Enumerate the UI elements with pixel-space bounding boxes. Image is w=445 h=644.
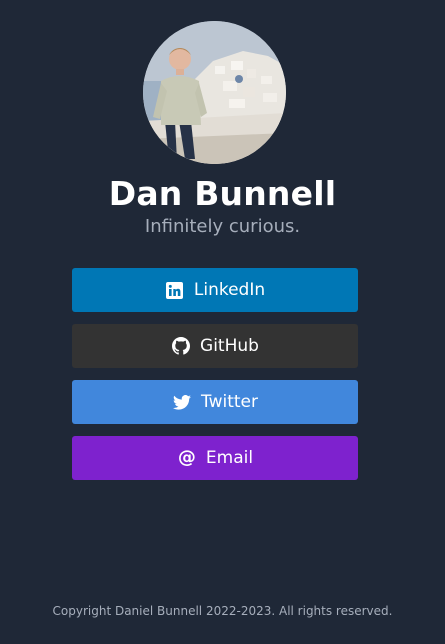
email-button[interactable]: @ Email bbox=[72, 436, 358, 480]
linkedin-button[interactable]: LinkedIn bbox=[72, 268, 358, 312]
at-icon: @ bbox=[177, 447, 196, 468]
twitter-icon bbox=[172, 392, 192, 412]
footer-copyright: Copyright Daniel Bunnell 2022-2023. All … bbox=[52, 604, 393, 618]
profile-photo bbox=[143, 21, 286, 164]
twitter-label: Twitter bbox=[201, 392, 258, 412]
profile-avatar bbox=[143, 21, 286, 164]
twitter-button[interactable]: Twitter bbox=[72, 380, 358, 424]
linkedin-label: LinkedIn bbox=[193, 280, 266, 300]
email-label: Email bbox=[205, 448, 254, 468]
linkedin-icon bbox=[165, 280, 185, 300]
profile-name: Dan Bunnell bbox=[108, 174, 337, 213]
github-button[interactable]: GitHub bbox=[72, 324, 358, 368]
github-icon bbox=[171, 336, 191, 356]
github-label: GitHub bbox=[200, 336, 259, 356]
profile-tagline: Infinitely curious. bbox=[144, 216, 301, 237]
